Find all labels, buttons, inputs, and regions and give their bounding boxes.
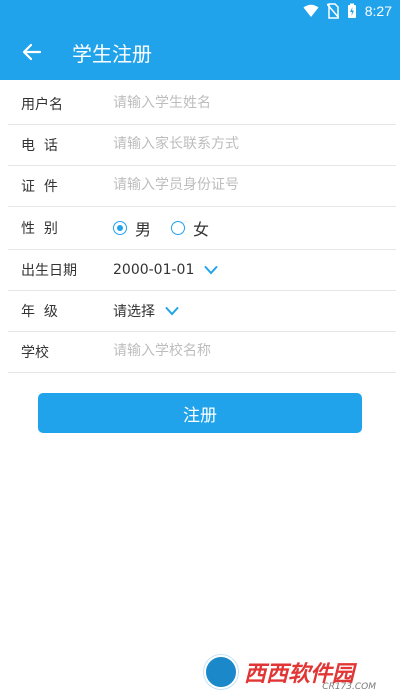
register-button-label: 注册 [183, 405, 217, 426]
grade-value: 请选择 [113, 304, 155, 320]
gender-female-label: 女 [193, 220, 210, 239]
school-label: 学校 [21, 345, 49, 361]
grade-select[interactable]: 请选择 [113, 301, 179, 321]
gender-row: 性 别 男 女 [8, 207, 396, 250]
gender-male-radio[interactable]: 男 [113, 216, 151, 240]
app-bar: 学生注册 [0, 24, 400, 80]
back-arrow-icon[interactable] [20, 40, 44, 64]
grade-label: 年 级 [21, 304, 58, 320]
battery-charging-icon [347, 3, 356, 18]
grade-row: 年 级 请选择 [8, 291, 396, 332]
birthdate-row: 出生日期 2000-01-01 [8, 250, 396, 291]
page-title: 学生注册 [72, 44, 152, 66]
register-button[interactable]: 注册 [38, 393, 362, 433]
radio-checked-icon [113, 221, 127, 235]
birthdate-label: 出生日期 [21, 263, 77, 279]
sim-off-icon [326, 3, 339, 19]
watermark-logo-icon [204, 655, 238, 689]
radio-unchecked-icon [171, 221, 186, 235]
birthdate-picker[interactable]: 2000-01-01 [113, 262, 218, 278]
school-input[interactable] [113, 339, 373, 363]
chevron-down-icon [204, 266, 218, 275]
clock: 8:27 [364, 3, 392, 19]
school-row: 学校 [8, 332, 396, 373]
gender-female-radio[interactable]: 女 [171, 216, 209, 240]
birthdate-value: 2000-01-01 [113, 262, 195, 278]
status-bar: 8:27 [0, 0, 400, 24]
watermark-sub: CR173.COM [322, 682, 376, 692]
chevron-down-icon [165, 307, 179, 316]
name-label: 用户名 [21, 97, 63, 113]
registration-form: 用户名 电 话 证 件 性 别 男 女 出生日期 2000-01-01 [0, 84, 400, 373]
phone-row: 电 话 [8, 125, 396, 166]
name-input[interactable] [113, 91, 373, 115]
id-row: 证 件 [8, 166, 396, 207]
name-row: 用户名 [8, 84, 396, 125]
phone-label: 电 话 [21, 138, 58, 154]
phone-input[interactable] [113, 132, 373, 156]
gender-label: 性 别 [21, 221, 58, 237]
wifi-icon [303, 4, 319, 17]
watermark: 西西软件园 CR173.COM [204, 652, 394, 692]
gender-male-label: 男 [135, 220, 152, 239]
gender-radio-group: 男 女 [113, 216, 209, 240]
id-label: 证 件 [21, 179, 58, 195]
id-input[interactable] [113, 173, 373, 197]
